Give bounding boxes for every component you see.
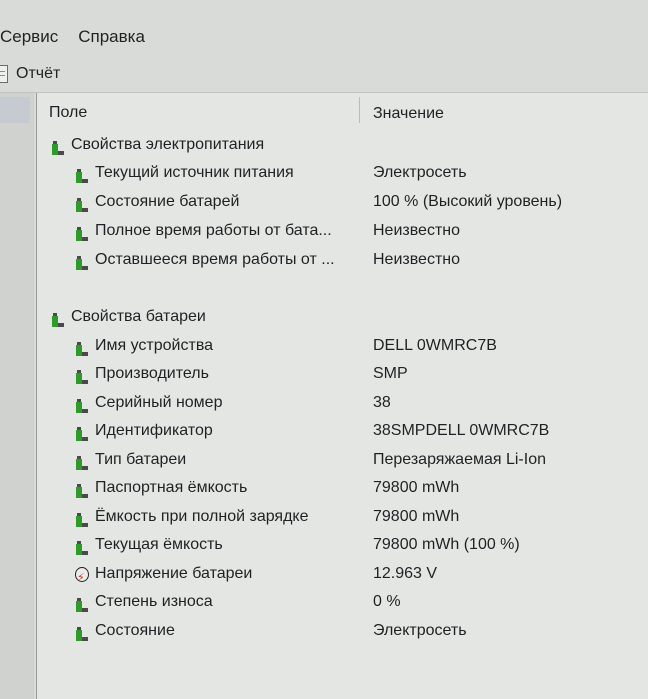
- property-name: Имя устройства: [95, 337, 214, 354]
- green-battery-icon: [75, 538, 89, 555]
- property-name: Производитель: [95, 365, 209, 382]
- property-name: Степень износа: [95, 593, 213, 610]
- green-battery-icon: [75, 510, 89, 527]
- green-battery-icon: [75, 396, 89, 413]
- list-header: Поле Значение: [37, 93, 648, 127]
- group-row[interactable]: Свойства электропитания: [37, 131, 648, 159]
- green-battery-icon: [75, 195, 89, 212]
- green-battery-icon: [75, 339, 89, 356]
- property-name: Идентификатор: [95, 422, 213, 439]
- property-value: Неизвестно: [373, 222, 461, 239]
- property-name: Паспортная ёмкость: [95, 479, 248, 496]
- property-value: DELL 0WMRC7B: [373, 337, 497, 354]
- property-value: SMP: [373, 365, 408, 382]
- property-value: 38SMPDELL 0WMRC7B: [373, 422, 550, 439]
- property-row[interactable]: Производитель SMP: [37, 360, 648, 388]
- property-row[interactable]: Текущая ёмкость 79800 mWh (100 %): [37, 531, 648, 559]
- menu-bar: Сервис Справка: [0, 20, 648, 54]
- property-value: 12.963 V: [373, 565, 438, 582]
- property-value: 79800 mWh: [373, 479, 460, 496]
- property-value: 0 %: [373, 593, 401, 610]
- voltage-lightning-icon: [75, 564, 89, 592]
- property-row[interactable]: Оставшееся время работы от ... Неизвестно: [37, 246, 648, 274]
- property-row[interactable]: Тип батареи Перезаряжаемая Li-Ion: [37, 446, 648, 474]
- green-battery-icon: [75, 224, 89, 241]
- property-row[interactable]: Ёмкость при полной зарядке 79800 mWh: [37, 503, 648, 531]
- green-battery-icon: [75, 624, 89, 641]
- property-name: Состояние батарей: [95, 193, 240, 210]
- green-battery-icon: [75, 367, 89, 384]
- column-divider[interactable]: [359, 97, 360, 123]
- property-value: Перезаряжаемая Li-Ion: [373, 451, 546, 468]
- property-value: Электросеть: [373, 622, 467, 639]
- property-row[interactable]: Полное время работы от бата... Неизвестно: [37, 217, 648, 245]
- column-header-field[interactable]: Поле: [49, 104, 87, 122]
- property-row[interactable]: Состояние Электросеть: [37, 617, 648, 645]
- property-name: Серийный номер: [95, 394, 223, 411]
- selected-tree-node[interactable]: [0, 97, 30, 123]
- property-name: Ёмкость при полной зарядке: [95, 508, 309, 525]
- menu-help[interactable]: Справка: [78, 27, 155, 47]
- property-name: Текущая ёмкость: [95, 536, 223, 553]
- property-row[interactable]: Состояние батарей 100 % (Высокий уровень): [37, 188, 648, 216]
- column-header-value[interactable]: Значение: [373, 105, 444, 123]
- property-name: Полное время работы от бата...: [95, 222, 332, 239]
- green-battery-icon: [75, 424, 89, 441]
- properties-list: Поле Значение Свойства электропитания Тек…: [36, 93, 648, 699]
- report-button-label: Отчёт: [16, 65, 61, 82]
- group-row[interactable]: Свойства батареи: [37, 303, 648, 331]
- menu-service[interactable]: Сервис: [0, 27, 68, 47]
- group-title: Свойства электропитания: [71, 136, 265, 153]
- green-battery-icon: [75, 453, 89, 470]
- navigation-tree-pane[interactable]: [0, 93, 34, 699]
- property-name: Оставшееся время работы от ...: [95, 251, 335, 268]
- property-value: 38: [373, 394, 391, 411]
- property-row[interactable]: Паспортная ёмкость 79800 mWh: [37, 474, 648, 502]
- property-name: Состояние: [95, 622, 175, 639]
- green-battery-icon: [75, 481, 89, 498]
- property-value: Неизвестно: [373, 251, 461, 268]
- toolbar: Отчёт: [0, 56, 648, 93]
- property-value: Электросеть: [373, 164, 467, 181]
- green-battery-icon: [75, 595, 89, 612]
- property-name: Напряжение батареи: [95, 565, 253, 582]
- green-battery-icon: [51, 310, 65, 327]
- property-row[interactable]: Серийный номер 38: [37, 389, 648, 417]
- property-row[interactable]: Напряжение батареи 12.963 V: [37, 560, 648, 592]
- property-name: Тип батареи: [95, 451, 187, 468]
- property-name: Текущий источник питания: [95, 164, 294, 181]
- green-battery-icon: [75, 166, 89, 183]
- green-battery-icon: [75, 253, 89, 270]
- property-value: 79800 mWh (100 %): [373, 536, 520, 553]
- property-value: 79800 mWh: [373, 508, 460, 525]
- property-row[interactable]: Идентификатор 38SMPDELL 0WMRC7B: [37, 417, 648, 445]
- property-value: 100 % (Высокий уровень): [373, 193, 563, 210]
- green-battery-icon: [51, 138, 65, 155]
- report-button[interactable]: Отчёт: [0, 65, 60, 83]
- property-row[interactable]: Имя устройства DELL 0WMRC7B: [37, 332, 648, 360]
- property-row[interactable]: Степень износа 0 %: [37, 588, 648, 616]
- report-document-icon: [0, 65, 8, 83]
- group-title: Свойства батареи: [71, 308, 206, 325]
- property-row[interactable]: Текущий источник питания Электросеть: [37, 159, 648, 187]
